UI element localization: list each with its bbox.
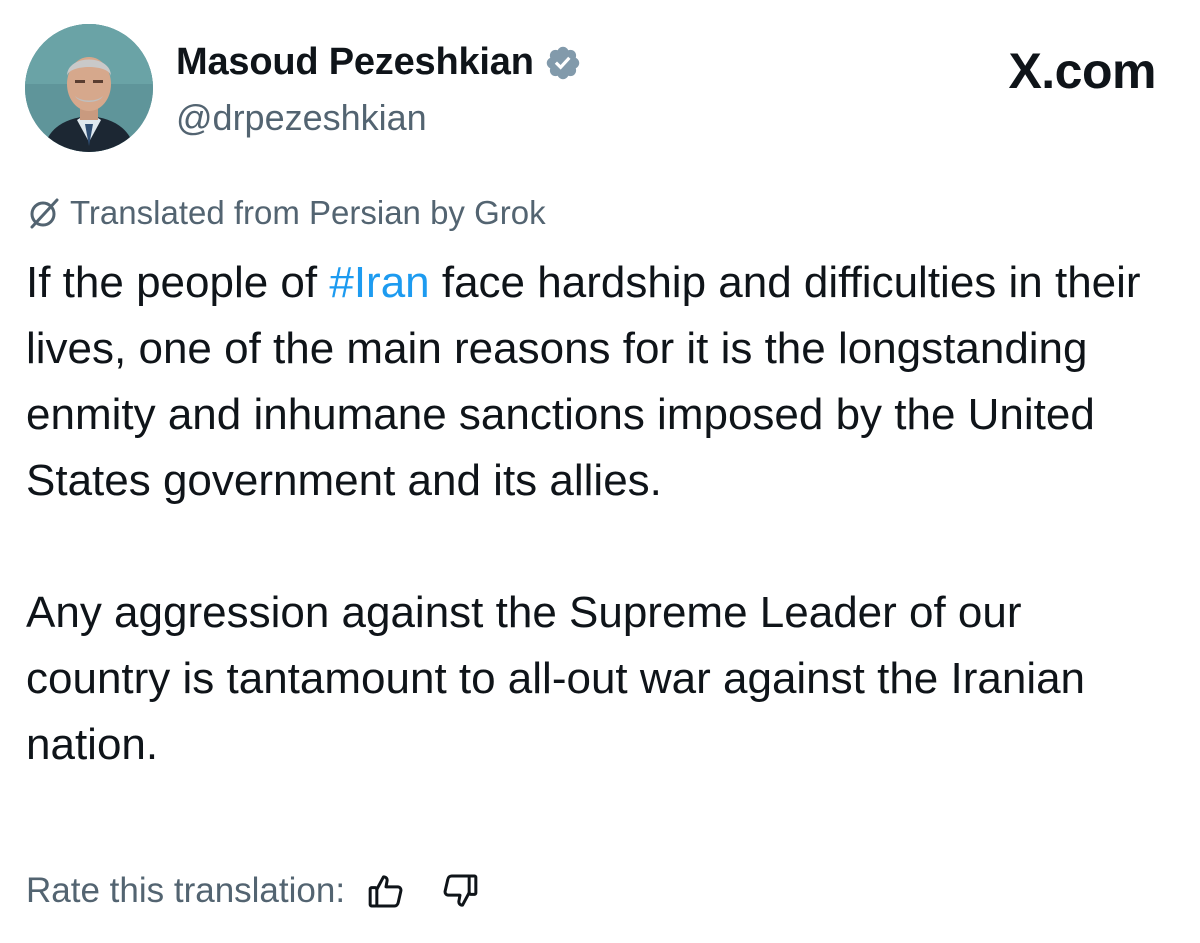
user-handle[interactable]: @drpezeshkian: [176, 97, 427, 139]
translation-notice-text: Translated from Persian by Grok: [70, 194, 546, 231]
tweet-paragraph-1: If the people of #Iran face hardship and…: [26, 250, 1166, 514]
tweet-paragraph-2: Any aggression against the Supreme Leade…: [26, 588, 1086, 769]
tweet-text-segment: If the people of: [26, 258, 330, 307]
thumbs-down-icon[interactable]: [437, 868, 483, 914]
rate-translation-row: Rate this translation:: [26, 868, 483, 914]
hashtag-link[interactable]: #Iran: [329, 258, 429, 307]
avatar[interactable]: [25, 24, 153, 152]
tweet-text: If the people of #Iran face hardship and…: [26, 250, 1166, 778]
translation-notice: Translated from Persian by Grok: [26, 194, 546, 232]
grok-icon: [26, 195, 62, 231]
rate-translation-label: Rate this translation:: [26, 871, 346, 910]
user-display-name[interactable]: Masoud Pezeshkian: [176, 41, 534, 84]
brand-logo-text: X.com: [1008, 43, 1156, 99]
user-display-name-row[interactable]: Masoud Pezeshkian: [176, 41, 582, 84]
thumbs-up-icon[interactable]: [363, 868, 409, 914]
verified-badge-icon[interactable]: [544, 44, 582, 82]
